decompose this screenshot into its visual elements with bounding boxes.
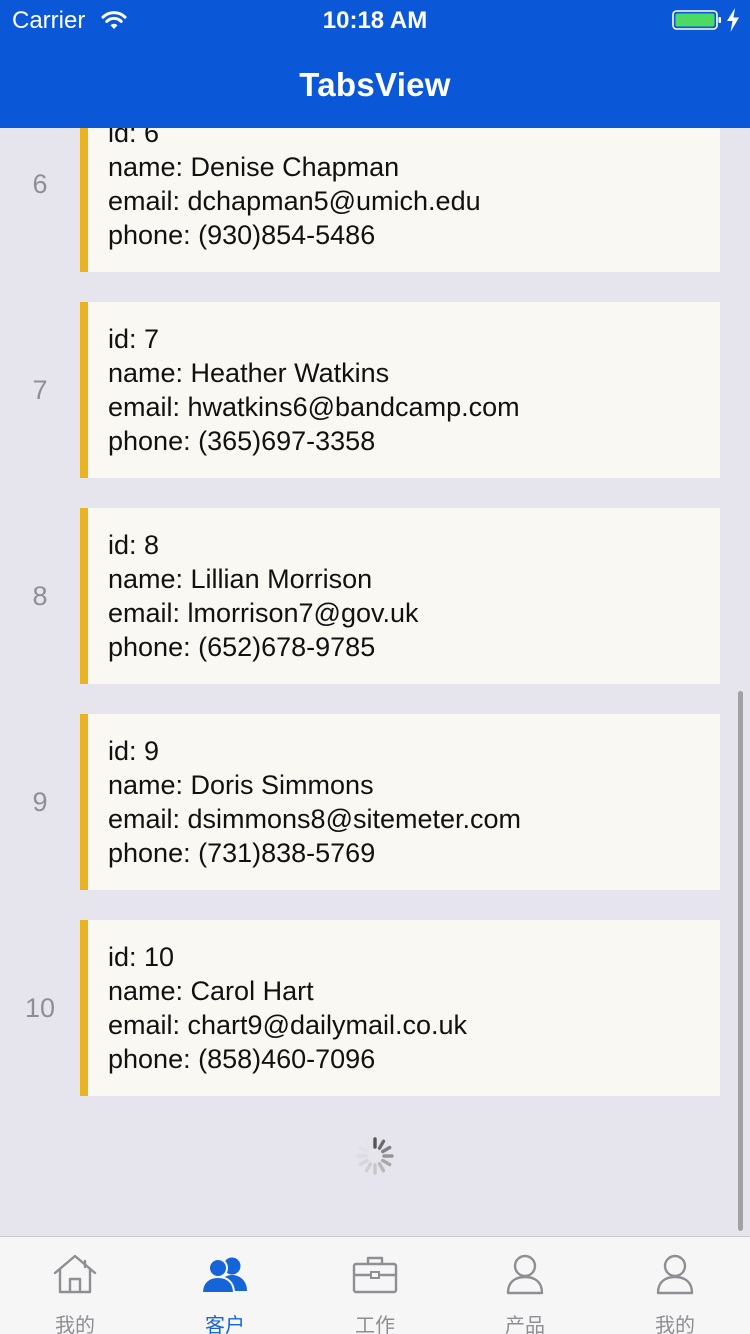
tab-products[interactable]: 产品 — [450, 1237, 600, 1334]
customer-name: name: Lillian Morrison — [108, 564, 373, 594]
customer-email: email: hwatkins6@bandcamp.com — [108, 392, 520, 422]
customer-phone: phone: (930)854-5486 — [108, 220, 376, 250]
customer-phone: phone: (858)460-7096 — [108, 1044, 376, 1074]
customer-card[interactable]: id: 9 name: Doris Simmons email: dsimmon… — [80, 714, 720, 890]
status-bar: Carrier 10:18 AM — [0, 0, 750, 40]
customers-icon — [201, 1257, 247, 1294]
customer-phone: phone: (652)678-9785 — [108, 632, 376, 662]
customer-email: email: chart9@dailymail.co.uk — [108, 1010, 468, 1040]
person-icon — [506, 1254, 544, 1295]
customer-id: id: 10 — [108, 942, 175, 972]
customer-card[interactable]: id: 7 name: Heather Watkins email: hwatk… — [80, 302, 720, 478]
tab-customers[interactable]: 客户 — [150, 1237, 300, 1334]
tab-home[interactable]: 我的 — [0, 1237, 150, 1334]
status-time: 10:18 AM — [322, 7, 428, 34]
customer-card[interactable]: id: 8 name: Lillian Morrison email: lmor… — [80, 508, 720, 684]
list-row[interactable]: 8 id: 8 name: Lillian Morrison email: lm… — [0, 508, 750, 684]
tab-label: 工作 — [355, 1313, 395, 1334]
customer-card[interactable]: id: 6 name: Denise Chapman email: dchapm… — [80, 128, 720, 272]
customer-id: id: 9 — [108, 736, 160, 766]
row-index: 9 — [32, 786, 48, 817]
customer-name: name: Doris Simmons — [108, 770, 374, 800]
customer-id: id: 7 — [108, 324, 160, 354]
list-row[interactable]: 9 id: 9 name: Doris Simmons email: dsimm… — [0, 714, 750, 890]
tab-work[interactable]: 工作 — [300, 1237, 450, 1334]
list-row[interactable]: 7 id: 7 name: Heather Watkins email: hwa… — [0, 302, 750, 478]
customer-phone: phone: (365)697-3358 — [108, 426, 376, 456]
page-title: TabsView — [299, 66, 451, 103]
row-index: 7 — [32, 374, 48, 405]
customer-email: email: dsimmons8@sitemeter.com — [108, 804, 522, 834]
customer-email: email: lmorrison7@gov.uk — [108, 598, 419, 628]
row-index: 6 — [32, 168, 48, 199]
customer-list[interactable]: 6 id: 6 name: Denise Chapman email: dcha… — [0, 128, 750, 1236]
tab-label: 客户 — [205, 1313, 245, 1334]
customer-name: name: Carol Hart — [108, 976, 314, 1006]
tab-label: 我的 — [55, 1313, 95, 1334]
customer-email: email: dchapman5@umich.edu — [108, 186, 481, 216]
list-row[interactable]: 6 id: 6 name: Denise Chapman email: dcha… — [0, 128, 750, 272]
row-index: 10 — [24, 992, 56, 1023]
customer-id: id: 8 — [108, 530, 160, 560]
charging-bolt-icon — [727, 8, 739, 32]
loading-spinner-icon — [356, 1137, 394, 1175]
tab-bar: 我的 客户 工作 产品 我的 — [0, 1236, 750, 1334]
customer-name: name: Denise Chapman — [108, 152, 400, 182]
home-icon — [53, 1254, 97, 1294]
battery-icon — [672, 10, 721, 30]
row-index: 8 — [32, 580, 48, 611]
person-icon — [656, 1254, 694, 1295]
tab-mine[interactable]: 我的 — [600, 1237, 750, 1334]
customer-card[interactable]: id: 10 name: Carol Hart email: chart9@da… — [80, 920, 720, 1096]
list-row[interactable]: 10 id: 10 name: Carol Hart email: chart9… — [0, 920, 750, 1096]
tab-label: 产品 — [505, 1313, 545, 1334]
customer-phone: phone: (731)838-5769 — [108, 838, 376, 868]
vertical-scrollbar[interactable] — [738, 691, 743, 1231]
customer-name: name: Heather Watkins — [108, 358, 390, 388]
briefcase-icon — [352, 1256, 398, 1294]
customer-id: id: 6 — [108, 128, 160, 148]
navigation-header: Carrier 10:18 AM TabsView — [0, 0, 750, 128]
tab-label: 我的 — [655, 1313, 695, 1334]
